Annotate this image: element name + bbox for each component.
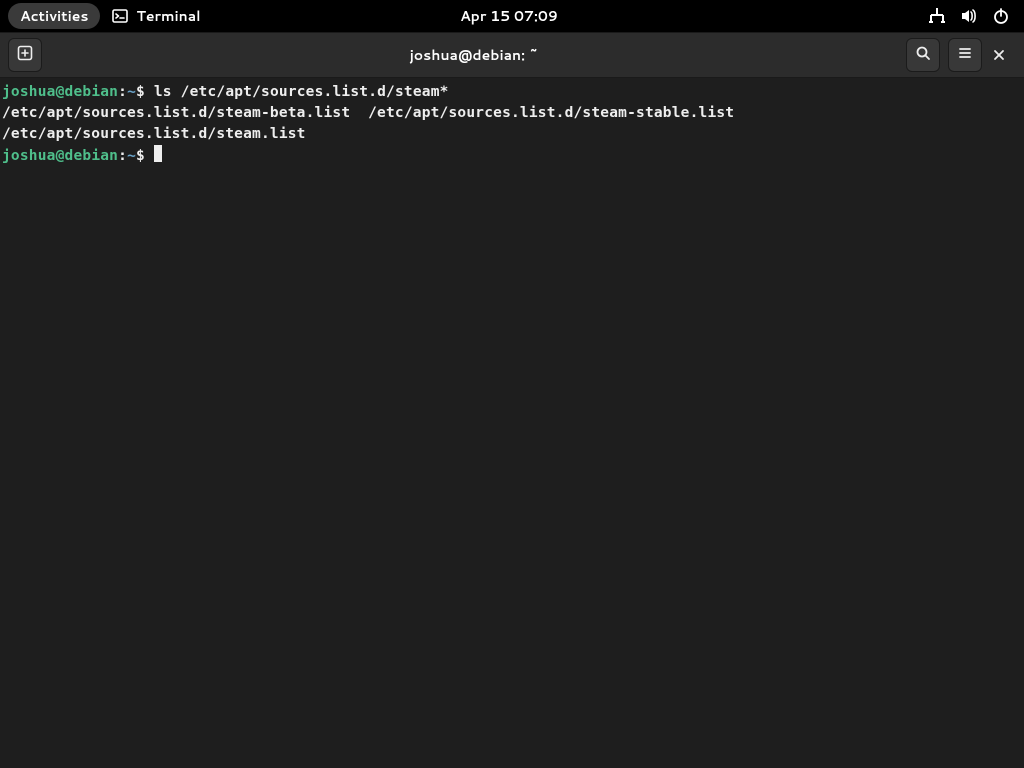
power-icon[interactable] (992, 7, 1010, 25)
prompt-host: debian (65, 84, 119, 100)
prompt-at: @ (56, 84, 65, 100)
prompt-user: joshua (2, 148, 56, 164)
close-button[interactable] (982, 38, 1016, 72)
hamburger-icon (957, 44, 973, 67)
prompt-at: @ (56, 148, 65, 164)
app-indicator[interactable]: Terminal (112, 6, 200, 26)
network-icon[interactable] (928, 7, 946, 25)
terminal-icon (112, 8, 128, 24)
clock[interactable]: Apr 15 07:09 (460, 6, 558, 26)
prompt-sep: : (118, 148, 127, 164)
prompt-dollar: $ (136, 148, 154, 164)
activities-label: Activities (20, 6, 88, 26)
close-icon (993, 44, 1005, 67)
volume-icon[interactable] (960, 7, 978, 25)
activities-button[interactable]: Activities (8, 3, 100, 29)
terminal-header-bar: joshua@debian: ~ (0, 32, 1024, 78)
gnome-top-bar: Activities Terminal Apr 15 07:09 (0, 0, 1024, 32)
output-line: /etc/apt/sources.list.d/steam.list (2, 126, 306, 142)
clock-text: Apr 15 07:09 (460, 6, 558, 26)
prompt-sep: : (118, 84, 127, 100)
terminal-content[interactable]: joshua@debian:~$ ls /etc/apt/sources.lis… (0, 78, 1024, 768)
command-text: ls /etc/apt/sources.list.d/steam* (154, 84, 449, 100)
new-tab-button[interactable] (8, 38, 42, 72)
cursor (154, 145, 162, 162)
window-title: joshua@debian: ~ (42, 45, 906, 65)
prompt-path: ~ (127, 148, 136, 164)
prompt-host: debian (65, 148, 119, 164)
search-icon (915, 44, 931, 67)
hamburger-menu-button[interactable] (948, 38, 982, 72)
output-line: /etc/apt/sources.list.d/steam-beta.list … (2, 105, 734, 121)
prompt-user: joshua (2, 84, 56, 100)
prompt-dollar: $ (136, 84, 154, 100)
search-button[interactable] (906, 38, 940, 72)
prompt-path: ~ (127, 84, 136, 100)
new-tab-icon (17, 44, 33, 67)
app-name-label: Terminal (136, 6, 200, 26)
